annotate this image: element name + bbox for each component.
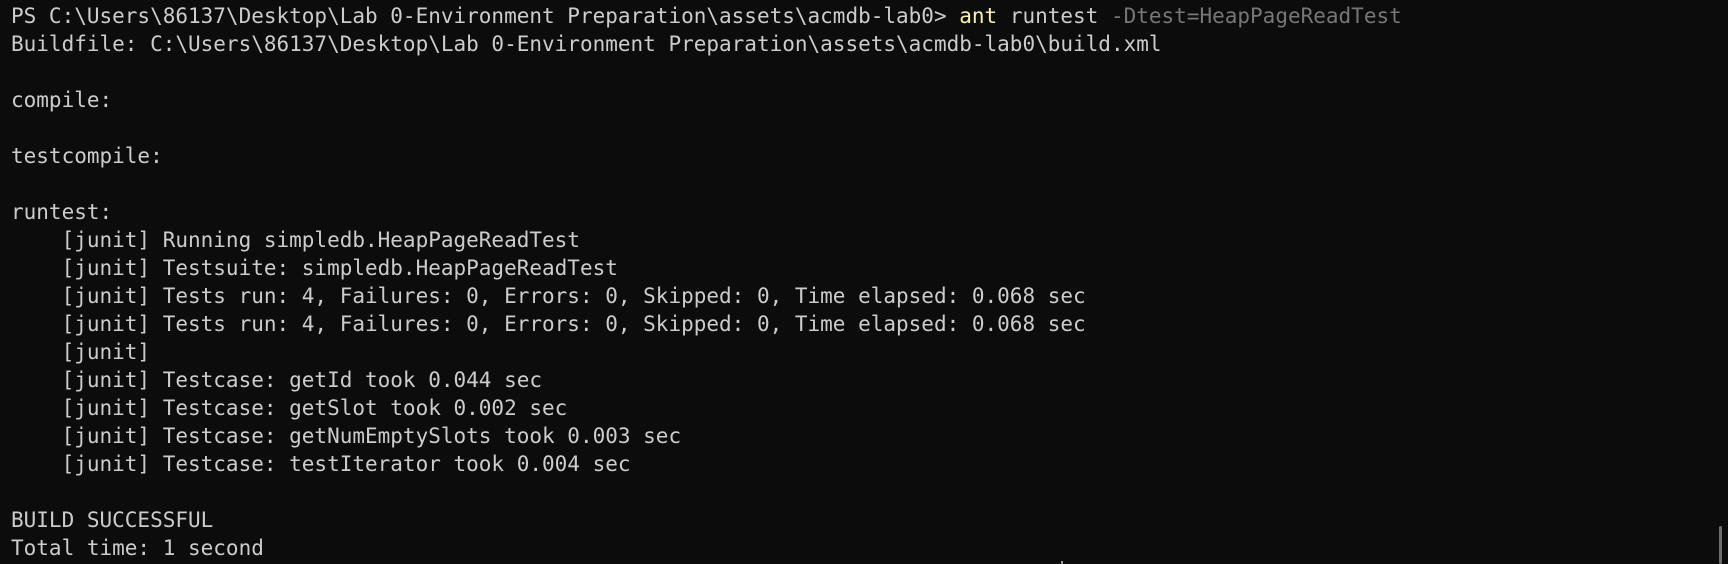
output-line: runtest: [11,200,113,224]
vertical-scrollbar[interactable] [1712,0,1728,564]
prompt: PS C:\Users\86137\Desktop\Lab 0-Environm… [11,4,960,28]
output-line: [junit] Tests run: 4, Failures: 0, Error… [11,284,1086,308]
output-line: [junit] Testcase: getNumEmptySlots took … [11,424,682,448]
output-line: [junit] Testcase: getSlot took 0.002 sec [11,396,568,420]
output-line: [junit] Tests run: 4, Failures: 0, Error… [11,312,1086,336]
command-argument: runtest [997,4,1111,28]
output-line: testcompile: [11,144,163,168]
output-line: [junit] Running simpledb.HeapPageReadTes… [11,228,580,252]
output-line: BUILD SUCCESSFUL [11,508,214,532]
output-line: compile: [11,88,113,112]
scrollbar-thumb[interactable] [1719,526,1722,564]
command-name: ant [959,4,998,28]
command-line: PS C:\Users\86137\Desktop\Lab 0-Environm… [11,2,1712,30]
output-line: Buildfile: C:\Users\86137\Desktop\Lab 0-… [11,32,1162,56]
output-line: [junit] Testcase: testIterator took 0.00… [11,452,631,476]
output-line: [junit] Testsuite: simpledb.HeapPageRead… [11,256,618,280]
output-line: [junit] Testcase: getId took 0.044 sec [11,368,543,392]
command-parameter: -Dtest=HeapPageReadTest [1110,4,1402,28]
output-line: Total time: 1 second [11,536,264,560]
terminal-window[interactable]: PS C:\Users\86137\Desktop\Lab 0-Environm… [0,0,1712,564]
output-line: [junit] [11,340,151,364]
